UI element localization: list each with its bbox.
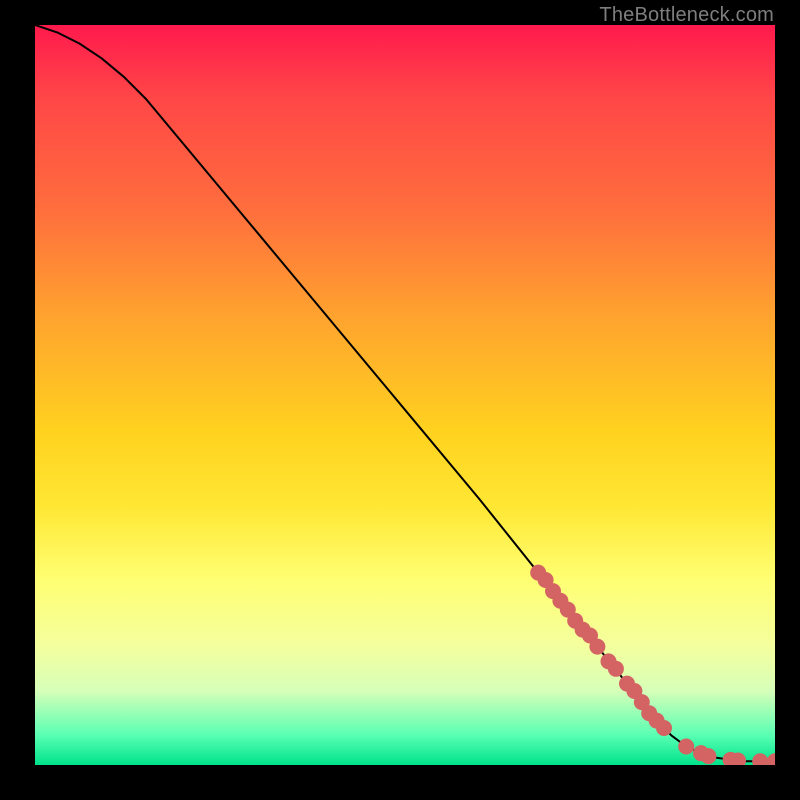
data-marker — [752, 753, 768, 765]
data-marker — [589, 639, 605, 655]
data-marker — [767, 753, 775, 765]
data-marker — [700, 748, 716, 764]
chart-svg — [35, 25, 775, 765]
attribution-text: TheBottleneck.com — [599, 4, 774, 27]
data-marker — [656, 720, 672, 736]
data-marker — [678, 739, 694, 755]
marker-group — [530, 565, 775, 765]
curve-line — [35, 25, 775, 761]
plot-area — [35, 25, 775, 765]
chart-frame: TheBottleneck.com — [0, 0, 800, 800]
data-marker — [608, 661, 624, 677]
